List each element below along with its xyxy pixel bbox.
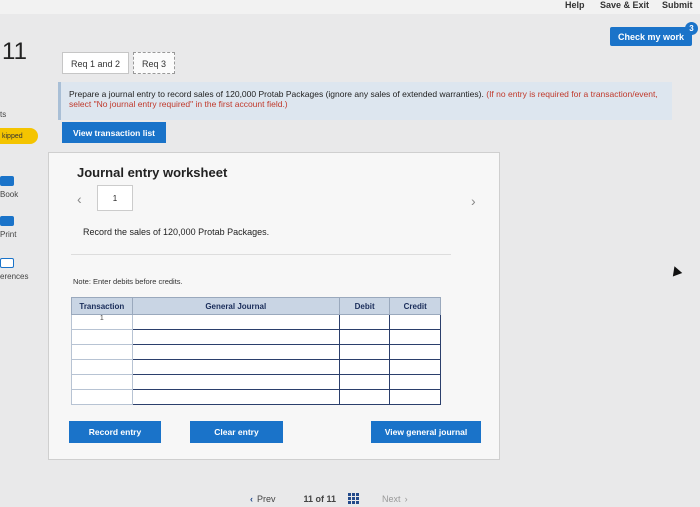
chevron-right-icon[interactable]: › xyxy=(471,193,476,209)
debit-field[interactable] xyxy=(338,329,391,345)
references-icon[interactable] xyxy=(0,258,14,268)
question-number: 11 xyxy=(2,38,27,65)
col-credit: Credit xyxy=(389,297,441,315)
chevron-left-icon[interactable]: ‹ xyxy=(250,494,253,504)
chevron-left-icon[interactable]: ‹ xyxy=(77,191,82,207)
grid-icon[interactable] xyxy=(348,493,360,504)
debit-field[interactable] xyxy=(338,389,391,405)
left-partial-label: ts xyxy=(0,110,7,119)
question-pager: ‹ Prev 11 of 11 Next › xyxy=(250,490,460,507)
print-label[interactable]: Print xyxy=(0,230,16,239)
submit-link[interactable]: Submit xyxy=(662,0,693,10)
next-link[interactable]: Next xyxy=(382,494,401,504)
requirement-tabs: Req 1 and 2 Req 3 xyxy=(62,52,179,76)
worksheet-page-tab[interactable]: 1 xyxy=(97,185,133,211)
view-general-journal-button[interactable]: View general journal xyxy=(371,421,481,443)
account-field[interactable] xyxy=(131,374,340,390)
worksheet-description: Record the sales of 120,000 Protab Packa… xyxy=(71,219,451,255)
account-field[interactable] xyxy=(131,359,340,375)
credit-field[interactable] xyxy=(389,329,441,345)
account-field[interactable] xyxy=(131,329,340,345)
tab-req-1-and-2[interactable]: Req 1 and 2 xyxy=(62,52,130,74)
journal-table: Transaction General Journal Debit Credit… xyxy=(71,297,441,405)
check-my-work-button[interactable]: Check my work xyxy=(610,27,692,46)
col-transaction: Transaction xyxy=(71,297,133,315)
debit-field[interactable] xyxy=(338,374,391,390)
col-general-journal: General Journal xyxy=(131,297,340,315)
table-row xyxy=(71,344,441,360)
print-icon[interactable] xyxy=(0,216,14,226)
debit-field[interactable] xyxy=(338,314,391,330)
credit-field[interactable] xyxy=(389,344,441,360)
check-badge: 3 xyxy=(685,22,698,35)
prev-link[interactable]: Prev xyxy=(257,494,276,504)
table-row xyxy=(71,359,441,375)
col-debit: Debit xyxy=(338,297,391,315)
journal-entry-worksheet: Journal entry worksheet ‹ 1 › Record the… xyxy=(48,152,500,460)
clear-entry-button[interactable]: Clear entry xyxy=(190,421,283,443)
transaction-cell: 1 xyxy=(71,314,133,330)
ebook-label[interactable]: Book xyxy=(0,190,18,199)
record-entry-button[interactable]: Record entry xyxy=(69,421,161,443)
ebook-icon[interactable] xyxy=(0,176,14,186)
account-field[interactable] xyxy=(131,314,340,330)
skipped-badge[interactable]: kipped xyxy=(0,128,38,144)
chevron-right-icon[interactable]: › xyxy=(405,494,408,504)
credit-field[interactable] xyxy=(389,314,441,330)
debit-field[interactable] xyxy=(338,359,391,375)
transaction-cell xyxy=(71,389,133,405)
transaction-cell xyxy=(71,344,133,360)
worksheet-title: Journal entry worksheet xyxy=(77,165,228,180)
credit-field[interactable] xyxy=(389,389,441,405)
table-row: 1 xyxy=(71,314,441,330)
instructions-box: Prepare a journal entry to record sales … xyxy=(58,82,672,120)
credit-field[interactable] xyxy=(389,359,441,375)
references-label[interactable]: erences xyxy=(0,272,28,281)
page-count: 11 of 11 xyxy=(303,493,337,504)
instructions-text: Prepare a journal entry to record sales … xyxy=(69,89,484,99)
save-exit-link[interactable]: Save & Exit xyxy=(600,0,649,10)
account-field[interactable] xyxy=(131,344,340,360)
table-row xyxy=(71,374,441,390)
transaction-cell xyxy=(71,329,133,345)
table-row xyxy=(71,329,441,345)
account-field[interactable] xyxy=(131,389,340,405)
mouse-cursor-icon xyxy=(669,264,683,277)
help-link[interactable]: Help xyxy=(565,0,585,10)
top-bar xyxy=(0,0,700,14)
transaction-cell xyxy=(71,374,133,390)
debit-field[interactable] xyxy=(338,344,391,360)
table-row xyxy=(71,389,441,405)
tab-req-3[interactable]: Req 3 xyxy=(133,52,176,74)
debit-credit-note: Note: Enter debits before credits. xyxy=(73,277,183,286)
view-transaction-list-button[interactable]: View transaction list xyxy=(62,122,166,143)
credit-field[interactable] xyxy=(389,374,441,390)
transaction-cell xyxy=(71,359,133,375)
